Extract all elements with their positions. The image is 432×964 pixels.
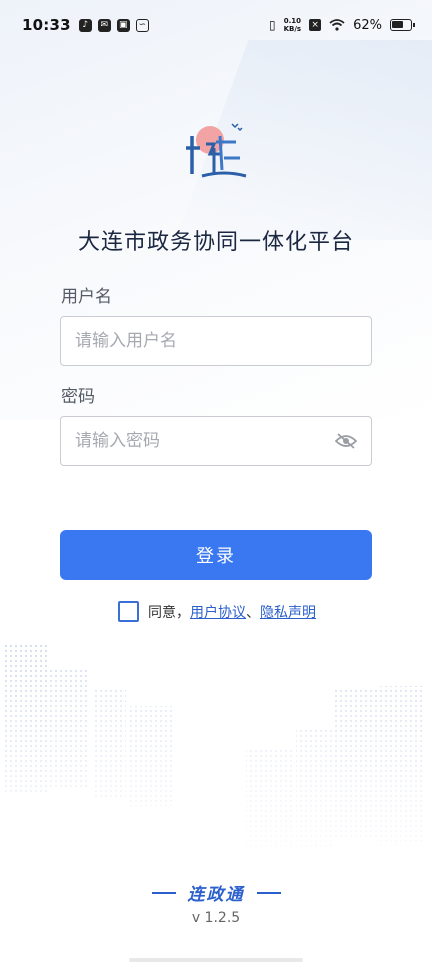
eye-off-icon[interactable] [335,433,357,449]
user-agreement-link[interactable]: 用户协议 [190,602,246,622]
home-indicator[interactable] [129,958,303,962]
privacy-link[interactable]: 隐私声明 [260,602,316,622]
page-title: 大连市政务协同一体化平台 [77,230,354,255]
brand-footer: 连政通 [0,880,432,905]
brand-name: 连政通 [187,885,245,905]
notification-icons: ♪ ✉ ▣ ∽ [78,18,149,32]
tiktok-icon: ♪ [78,18,92,32]
sim-off-icon: × [309,19,322,31]
agreement-checkbox[interactable] [118,601,139,622]
status-bar: 10:33 ♪ ✉ ▣ ∽ ▯ 0.10 KB/s × 62% [0,0,432,50]
status-time: 10:33 [22,16,71,34]
mail-icon: ✉ [97,18,111,32]
login-button[interactable]: 登录 [60,530,372,580]
wifi-icon [329,19,345,31]
battery-percent: 62% [353,17,382,33]
username-label: 用户名 [61,287,112,307]
version-text: v 1.2.5 [191,910,241,926]
password-input[interactable] [75,431,335,451]
battery-icon [390,19,415,31]
net-speed-unit: KB/s [283,25,302,33]
app-icon: ▣ [116,18,130,32]
brand-line-left [151,891,176,894]
agreement-separator: 、 [246,604,260,621]
brand-line-right [256,891,281,894]
vibrate-icon: ▯ [269,18,276,32]
app-logo [186,123,247,178]
username-input[interactable] [75,331,357,351]
city-skyline-illustration [0,630,432,880]
net-speed: 0.10 KB/s [284,17,301,33]
status-right: ▯ 0.10 KB/s × 62% [269,17,415,33]
agreement-prefix: 同意， [148,604,190,621]
agreement-row: 同意， 用户协议 、 隐私声明 [118,601,316,622]
password-field[interactable] [60,416,372,466]
username-field[interactable] [60,316,372,366]
link-icon: ∽ [135,18,149,32]
password-label: 密码 [61,387,95,407]
net-speed-value: 0.10 [283,17,301,25]
